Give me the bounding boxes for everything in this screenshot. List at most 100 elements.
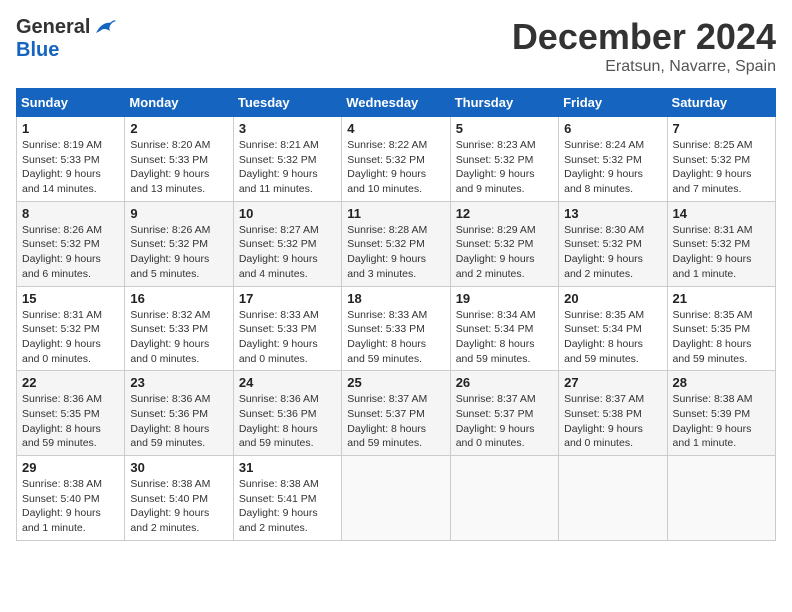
day-info: Sunrise: 8:26 AM Sunset: 5:32 PM Dayligh… [130,223,227,282]
sunset-text: Sunset: 5:35 PM [22,408,100,420]
daylight-text: Daylight: 9 hours and 1 minute. [22,507,101,534]
sunrise-text: Sunrise: 8:37 AM [347,393,427,405]
day-number: 5 [456,121,553,136]
calendar-day-cell: 14 Sunrise: 8:31 AM Sunset: 5:32 PM Dayl… [667,201,775,286]
daylight-text: Daylight: 9 hours and 13 minutes. [130,168,209,195]
logo-blue-text: Blue [16,39,59,62]
sunrise-text: Sunrise: 8:26 AM [22,224,102,236]
sunset-text: Sunset: 5:37 PM [456,408,534,420]
day-info: Sunrise: 8:31 AM Sunset: 5:32 PM Dayligh… [673,223,770,282]
daylight-text: Daylight: 8 hours and 59 minutes. [347,338,426,365]
sunrise-text: Sunrise: 8:36 AM [22,393,102,405]
sunrise-text: Sunrise: 8:30 AM [564,224,644,236]
daylight-text: Daylight: 9 hours and 1 minute. [673,253,752,280]
daylight-text: Daylight: 9 hours and 2 minutes. [239,507,318,534]
sunrise-text: Sunrise: 8:29 AM [456,224,536,236]
calendar-day-cell: 17 Sunrise: 8:33 AM Sunset: 5:33 PM Dayl… [233,286,341,371]
weekday-header-cell: Wednesday [342,89,450,117]
daylight-text: Daylight: 9 hours and 0 minutes. [130,338,209,365]
sunset-text: Sunset: 5:32 PM [347,238,425,250]
day-info: Sunrise: 8:32 AM Sunset: 5:33 PM Dayligh… [130,308,227,367]
calendar-week-row: 22 Sunrise: 8:36 AM Sunset: 5:35 PM Dayl… [17,371,776,456]
calendar-day-cell: 26 Sunrise: 8:37 AM Sunset: 5:37 PM Dayl… [450,371,558,456]
sunrise-text: Sunrise: 8:27 AM [239,224,319,236]
day-info: Sunrise: 8:37 AM Sunset: 5:37 PM Dayligh… [456,392,553,451]
day-info: Sunrise: 8:24 AM Sunset: 5:32 PM Dayligh… [564,138,661,197]
month-title: December 2024 [512,16,776,58]
sunrise-text: Sunrise: 8:20 AM [130,139,210,151]
calendar-day-cell: 16 Sunrise: 8:32 AM Sunset: 5:33 PM Dayl… [125,286,233,371]
sunrise-text: Sunrise: 8:31 AM [22,309,102,321]
sunset-text: Sunset: 5:33 PM [130,154,208,166]
day-number: 21 [673,291,770,306]
sunset-text: Sunset: 5:32 PM [347,154,425,166]
daylight-text: Daylight: 9 hours and 6 minutes. [22,253,101,280]
day-info: Sunrise: 8:36 AM Sunset: 5:36 PM Dayligh… [239,392,336,451]
sunset-text: Sunset: 5:34 PM [564,323,642,335]
calendar-day-cell: 31 Sunrise: 8:38 AM Sunset: 5:41 PM Dayl… [233,456,341,541]
daylight-text: Daylight: 9 hours and 0 minutes. [564,423,643,450]
daylight-text: Daylight: 9 hours and 14 minutes. [22,168,101,195]
daylight-text: Daylight: 9 hours and 2 minutes. [564,253,643,280]
calendar-day-cell: 30 Sunrise: 8:38 AM Sunset: 5:40 PM Dayl… [125,456,233,541]
logo: General Blue [16,16,116,62]
sunset-text: Sunset: 5:32 PM [456,154,534,166]
sunrise-text: Sunrise: 8:36 AM [130,393,210,405]
sunset-text: Sunset: 5:37 PM [347,408,425,420]
sunset-text: Sunset: 5:32 PM [130,238,208,250]
daylight-text: Daylight: 9 hours and 9 minutes. [456,168,535,195]
day-number: 31 [239,460,336,475]
sunrise-text: Sunrise: 8:26 AM [130,224,210,236]
day-info: Sunrise: 8:34 AM Sunset: 5:34 PM Dayligh… [456,308,553,367]
day-number: 24 [239,375,336,390]
calendar-day-cell: 10 Sunrise: 8:27 AM Sunset: 5:32 PM Dayl… [233,201,341,286]
calendar-body: 1 Sunrise: 8:19 AM Sunset: 5:33 PM Dayli… [17,117,776,541]
sunset-text: Sunset: 5:32 PM [673,154,751,166]
daylight-text: Daylight: 9 hours and 0 minutes. [22,338,101,365]
calendar-week-row: 8 Sunrise: 8:26 AM Sunset: 5:32 PM Dayli… [17,201,776,286]
weekday-header-cell: Tuesday [233,89,341,117]
calendar-week-row: 29 Sunrise: 8:38 AM Sunset: 5:40 PM Dayl… [17,456,776,541]
daylight-text: Daylight: 9 hours and 0 minutes. [456,423,535,450]
sunrise-text: Sunrise: 8:28 AM [347,224,427,236]
sunset-text: Sunset: 5:33 PM [130,323,208,335]
sunrise-text: Sunrise: 8:38 AM [673,393,753,405]
day-number: 18 [347,291,444,306]
calendar-day-cell: 22 Sunrise: 8:36 AM Sunset: 5:35 PM Dayl… [17,371,125,456]
day-number: 13 [564,206,661,221]
sunset-text: Sunset: 5:32 PM [564,154,642,166]
calendar-day-cell: 28 Sunrise: 8:38 AM Sunset: 5:39 PM Dayl… [667,371,775,456]
calendar-day-cell [667,456,775,541]
calendar-day-cell: 13 Sunrise: 8:30 AM Sunset: 5:32 PM Dayl… [559,201,667,286]
sunrise-text: Sunrise: 8:38 AM [22,478,102,490]
day-number: 7 [673,121,770,136]
day-number: 25 [347,375,444,390]
day-number: 6 [564,121,661,136]
day-info: Sunrise: 8:30 AM Sunset: 5:32 PM Dayligh… [564,223,661,282]
daylight-text: Daylight: 9 hours and 0 minutes. [239,338,318,365]
sunset-text: Sunset: 5:34 PM [456,323,534,335]
sunset-text: Sunset: 5:33 PM [22,154,100,166]
bird-icon [94,19,116,37]
sunrise-text: Sunrise: 8:38 AM [239,478,319,490]
title-block: December 2024 Eratsun, Navarre, Spain [512,16,776,76]
day-number: 11 [347,206,444,221]
weekday-header-cell: Sunday [17,89,125,117]
weekday-header-cell: Monday [125,89,233,117]
day-info: Sunrise: 8:38 AM Sunset: 5:40 PM Dayligh… [22,477,119,536]
sunrise-text: Sunrise: 8:19 AM [22,139,102,151]
sunset-text: Sunset: 5:35 PM [673,323,751,335]
sunrise-text: Sunrise: 8:32 AM [130,309,210,321]
day-info: Sunrise: 8:36 AM Sunset: 5:35 PM Dayligh… [22,392,119,451]
sunrise-text: Sunrise: 8:33 AM [239,309,319,321]
day-number: 12 [456,206,553,221]
daylight-text: Daylight: 8 hours and 59 minutes. [22,423,101,450]
daylight-text: Daylight: 9 hours and 5 minutes. [130,253,209,280]
sunset-text: Sunset: 5:36 PM [130,408,208,420]
daylight-text: Daylight: 8 hours and 59 minutes. [130,423,209,450]
day-info: Sunrise: 8:21 AM Sunset: 5:32 PM Dayligh… [239,138,336,197]
day-number: 10 [239,206,336,221]
calendar-day-cell: 8 Sunrise: 8:26 AM Sunset: 5:32 PM Dayli… [17,201,125,286]
sunset-text: Sunset: 5:32 PM [673,238,751,250]
sunrise-text: Sunrise: 8:21 AM [239,139,319,151]
